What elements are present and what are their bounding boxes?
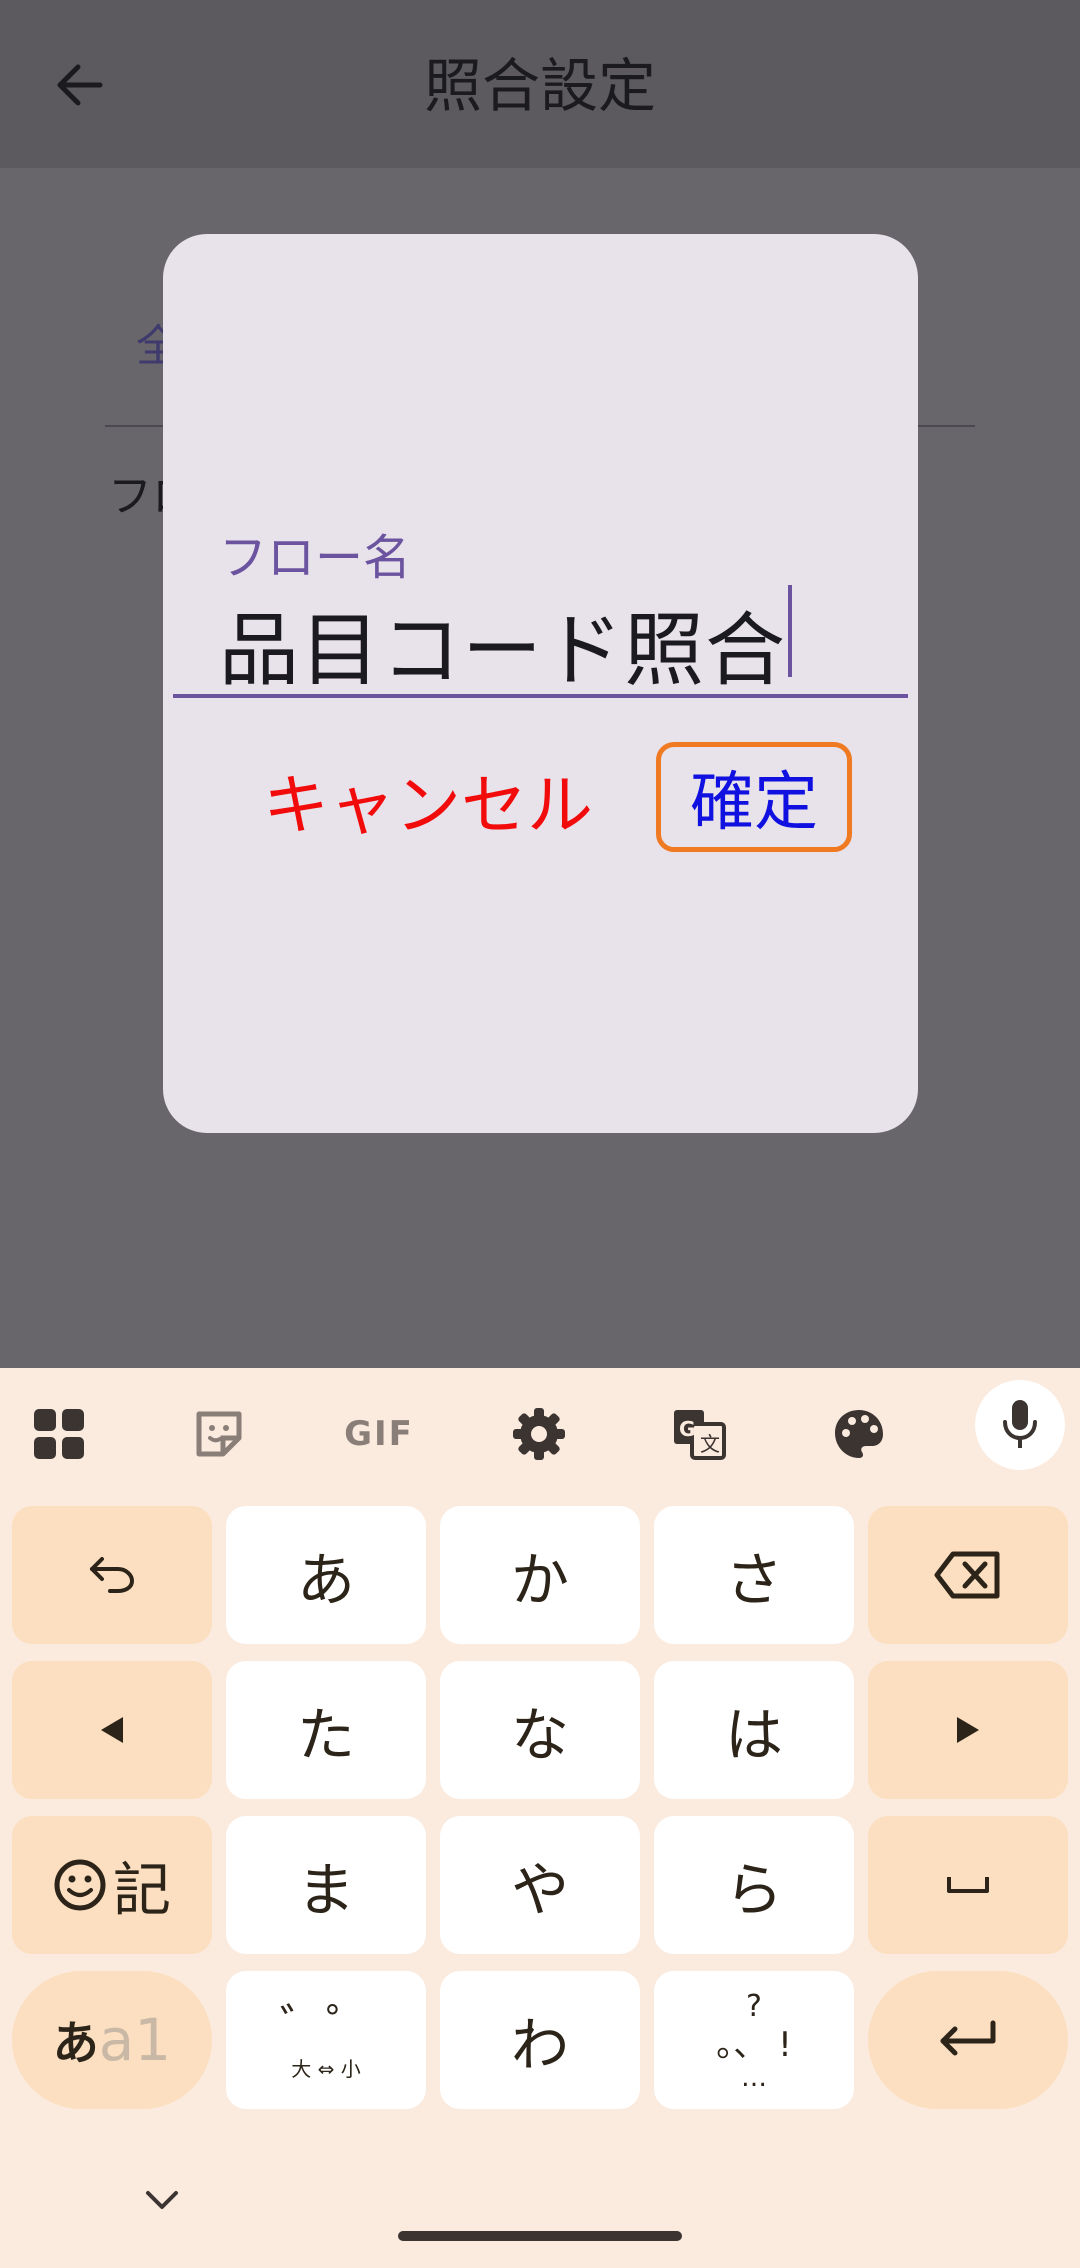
input-mode-key[interactable]: あ a1 [12,1971,212,2109]
mode-alpha-label: a1 [98,2006,172,2074]
key-ha[interactable]: は [654,1661,854,1799]
key-ya[interactable]: や [440,1816,640,1954]
enter-icon [940,2020,996,2056]
svg-text:文: 文 [700,1432,720,1456]
flow-name-label: フロー名 [219,530,412,586]
page-title: 照合設定 [423,52,656,120]
key-ma[interactable]: ま [226,1816,426,1954]
apps-grid-icon[interactable] [19,1394,99,1474]
translate-icon[interactable]: G 文 [659,1394,739,1474]
svg-text:G: G [679,1417,695,1441]
cursor-left-key[interactable] [12,1661,212,1799]
key-na[interactable]: な [440,1661,640,1799]
dakuten-key[interactable]: ゛゜ 大 ⇔ 小 [226,1971,426,2109]
mic-icon [1003,1400,1037,1448]
dakuten-label: ゛゜ [280,1998,372,2053]
punct-question: ? [746,1989,762,2024]
flow-name-underline [173,694,908,698]
chevron-down-icon[interactable] [140,2185,184,2215]
backspace-icon [934,1551,1000,1599]
cursor-right-key[interactable] [868,1661,1068,1799]
arrow-left-icon [101,1717,123,1743]
text-cursor [788,585,792,677]
cancel-button[interactable]: キャンセル [263,752,593,848]
backspace-key[interactable] [868,1506,1068,1644]
confirm-button[interactable]: 確定 [656,742,852,852]
undo-icon [90,1557,135,1593]
size-toggle-label: 大 ⇔ 小 [291,2056,361,2081]
key-ra[interactable]: ら [654,1816,854,1954]
punctuation-key[interactable]: ? 。、 ! … [654,1971,854,2109]
flow-name-input[interactable]: 品目コード照合 [219,586,786,702]
mic-button[interactable] [975,1380,1065,1470]
gif-button[interactable]: GIF [339,1394,419,1474]
palette-icon[interactable] [819,1394,899,1474]
emoji-icon [54,1859,106,1911]
keyboard: GIF G 文 あ か さ た な は 記 ま や ら あ a1 ゛゜ 大 ⇔ … [0,1368,1080,2268]
punct-ellipsis: … [741,2063,767,2093]
gear-icon[interactable] [499,1394,579,1474]
key-a[interactable]: あ [226,1506,426,1644]
key-ta[interactable]: た [226,1661,426,1799]
arrow-right-icon [957,1717,979,1743]
undo-key[interactable] [12,1506,212,1644]
emoji-symbol-key[interactable]: 記 [12,1816,212,1954]
app-bar: 照合設定 [0,0,1080,168]
sticker-icon[interactable] [179,1394,259,1474]
home-indicator[interactable] [398,2231,682,2241]
space-key[interactable] [868,1816,1068,1954]
key-sa[interactable]: さ [654,1506,854,1644]
keyboard-toolbar: GIF G 文 [0,1368,1080,1498]
enter-key[interactable] [868,1971,1068,2109]
space-icon [947,1877,989,1893]
punct-marks: 。、 ! [716,2025,792,2065]
key-ka[interactable]: か [440,1506,640,1644]
emoji-key-label: 記 [112,1856,171,1924]
mode-kana-label: あ [52,2016,99,2070]
key-wa[interactable]: わ [440,1971,640,2109]
